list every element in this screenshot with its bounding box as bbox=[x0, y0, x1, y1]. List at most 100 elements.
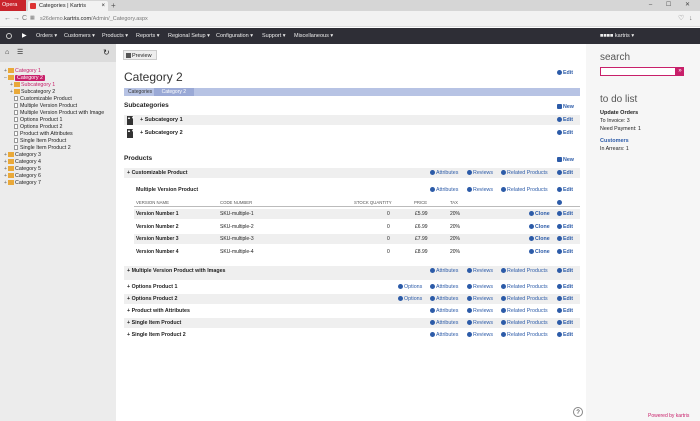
nav-item-6[interactable]: Support ▾ bbox=[262, 28, 286, 44]
new-tab-button[interactable]: + bbox=[111, 0, 116, 11]
related-products-button[interactable]: Related Products bbox=[501, 308, 548, 314]
window-controls[interactable]: – ☐ ✕ bbox=[649, 0, 696, 11]
edit-button[interactable]: Edit bbox=[557, 268, 573, 274]
edit-version-button[interactable]: Edit bbox=[557, 211, 573, 217]
attributes-button[interactable]: Attributes bbox=[430, 268, 458, 274]
reorder-arrows-icon[interactable]: ▲▼ bbox=[127, 128, 135, 138]
product-name[interactable]: + Customizable Product bbox=[127, 170, 188, 176]
multi-version-product-title[interactable]: Multiple Version Product bbox=[136, 187, 198, 193]
toggle-panel-icon[interactable]: ▶ bbox=[22, 33, 27, 39]
reviews-button[interactable]: Reviews bbox=[467, 332, 493, 338]
search-button[interactable]: » bbox=[676, 67, 684, 76]
edit-button[interactable]: Edit bbox=[557, 284, 573, 290]
tree-item[interactable]: Single Item Product 2 bbox=[4, 145, 104, 152]
edit-button[interactable]: Edit bbox=[557, 332, 573, 338]
tree-item[interactable]: + Category 5 bbox=[4, 166, 104, 173]
reload-icon[interactable]: C bbox=[22, 14, 27, 23]
nav-item-2[interactable]: Products ▾ bbox=[102, 28, 128, 44]
speed-dial-icon[interactable]: ▦ bbox=[30, 14, 35, 23]
attributes-button[interactable]: Attributes bbox=[430, 187, 458, 193]
edit-category-button[interactable]: Edit bbox=[557, 70, 573, 76]
forward-icon[interactable]: → bbox=[13, 14, 20, 23]
tree-item[interactable]: + Category 3 bbox=[4, 152, 104, 159]
nav-item-5[interactable]: Configuration ▾ bbox=[216, 28, 253, 44]
edit-version-button[interactable]: Edit bbox=[557, 236, 573, 242]
product-name[interactable]: + Options Product 2 bbox=[127, 296, 227, 302]
options-button[interactable]: Options bbox=[398, 284, 422, 290]
help-button[interactable]: ? bbox=[573, 407, 583, 417]
attributes-button[interactable]: Attributes bbox=[430, 320, 458, 326]
nav-item-0[interactable]: Orders ▾ bbox=[36, 28, 57, 44]
attributes-button[interactable]: Attributes bbox=[430, 332, 458, 338]
downloads-icon[interactable]: ↓ bbox=[689, 14, 693, 23]
subcategory-name[interactable]: + Subcategory 2 bbox=[140, 130, 183, 136]
to-invoice-link[interactable]: To Invoice: 3 bbox=[600, 118, 630, 124]
attributes-button[interactable]: Attributes bbox=[430, 170, 458, 176]
attributes-button[interactable]: Attributes bbox=[430, 284, 458, 290]
tree-item[interactable]: Single Item Product bbox=[4, 138, 104, 145]
nav-item-3[interactable]: Reports ▾ bbox=[136, 28, 160, 44]
edit-button[interactable]: Edit bbox=[557, 296, 573, 302]
tree-item[interactable]: + Category 4 bbox=[4, 159, 104, 166]
tree-item[interactable]: Product with Attributes bbox=[4, 131, 104, 138]
edit-subcategory-button[interactable]: Edit bbox=[557, 130, 573, 136]
reviews-button[interactable]: Reviews bbox=[467, 284, 493, 290]
tree-item[interactable]: – Category 2 bbox=[4, 75, 104, 82]
related-products-button[interactable]: Related Products bbox=[501, 268, 548, 274]
reviews-button[interactable]: Reviews bbox=[467, 320, 493, 326]
clone-version-button[interactable]: Clone bbox=[529, 223, 550, 230]
bookmark-heart-icon[interactable]: ♡ bbox=[678, 14, 684, 23]
tree-item[interactable]: Options Product 2 bbox=[4, 124, 104, 131]
tree-item[interactable]: + Category 7 bbox=[4, 180, 104, 187]
clone-version-button[interactable]: Clone bbox=[529, 211, 550, 217]
home-icon[interactable]: ⌂ bbox=[5, 49, 9, 56]
tree-item[interactable]: + Category 1 bbox=[4, 68, 104, 75]
nav-item-1[interactable]: Customers ▾ bbox=[64, 28, 95, 44]
product-name[interactable]: + Single Item Product 2 bbox=[127, 332, 227, 338]
options-button[interactable]: Options bbox=[398, 296, 422, 302]
user-menu[interactable]: ■■■■ kartris ▾ bbox=[600, 28, 634, 44]
reviews-button[interactable]: Reviews bbox=[467, 268, 493, 274]
attributes-button[interactable]: Attributes bbox=[430, 308, 458, 314]
nav-item-7[interactable]: Miscellaneous ▾ bbox=[294, 28, 333, 44]
tree-item[interactable]: + Subcategory 2 bbox=[4, 89, 104, 96]
clone-version-button[interactable]: Clone bbox=[529, 236, 550, 242]
tree-item[interactable]: + Category 6 bbox=[4, 173, 104, 180]
clone-version-button[interactable]: Clone bbox=[529, 248, 550, 255]
browser-tab[interactable]: Categories | Kartris × bbox=[28, 1, 108, 11]
reviews-button[interactable]: Reviews bbox=[467, 187, 493, 193]
tree-item[interactable]: Options Product 1 bbox=[4, 117, 104, 124]
reviews-button[interactable]: Reviews bbox=[467, 296, 493, 302]
reviews-button[interactable]: Reviews bbox=[467, 170, 493, 176]
settings-gear-icon[interactable] bbox=[6, 33, 12, 39]
related-products-button[interactable]: Related Products bbox=[501, 332, 548, 338]
nav-item-4[interactable]: Regional Setup ▾ bbox=[168, 28, 210, 44]
edit-subcategory-button[interactable]: Edit bbox=[557, 117, 573, 123]
tree-item[interactable]: + Subcategory 1 bbox=[4, 82, 104, 89]
need-payment-link[interactable]: Need Payment: 1 bbox=[600, 126, 641, 132]
back-icon[interactable]: ← bbox=[4, 14, 11, 23]
refresh-icon[interactable]: ↻ bbox=[103, 49, 110, 57]
product-name[interactable]: + Options Product 1 bbox=[127, 284, 227, 290]
reorder-arrows-icon[interactable]: ▲▼ bbox=[127, 115, 135, 125]
preview-button[interactable]: Preview bbox=[123, 50, 157, 60]
search-input[interactable] bbox=[600, 67, 676, 76]
breadcrumb-categories[interactable]: Categories bbox=[128, 89, 152, 95]
close-tab-icon[interactable]: × bbox=[101, 1, 105, 11]
edit-button[interactable]: Edit bbox=[557, 308, 573, 314]
subcategory-name[interactable]: + Subcategory 1 bbox=[140, 117, 183, 123]
edit-version-button[interactable]: Edit bbox=[557, 248, 573, 255]
tree-item[interactable]: Multiple Version Product with Image bbox=[4, 110, 104, 117]
product-name[interactable]: + Multiple Version Product with Images bbox=[127, 268, 227, 274]
related-products-button[interactable]: Related Products bbox=[501, 284, 548, 290]
new-product-button[interactable]: New bbox=[557, 157, 574, 163]
related-products-button[interactable]: Related Products bbox=[501, 187, 548, 193]
new-subcategory-button[interactable]: New bbox=[557, 104, 574, 110]
tree-item[interactable]: Multiple Version Product bbox=[4, 103, 104, 110]
related-products-button[interactable]: Related Products bbox=[501, 170, 548, 176]
edit-button[interactable]: Edit bbox=[557, 170, 573, 176]
edit-version-button[interactable]: Edit bbox=[557, 223, 573, 230]
tree-item[interactable]: Customizable Product bbox=[4, 96, 104, 103]
list-view-icon[interactable]: ☰ bbox=[17, 49, 23, 56]
related-products-button[interactable]: Related Products bbox=[501, 296, 548, 302]
